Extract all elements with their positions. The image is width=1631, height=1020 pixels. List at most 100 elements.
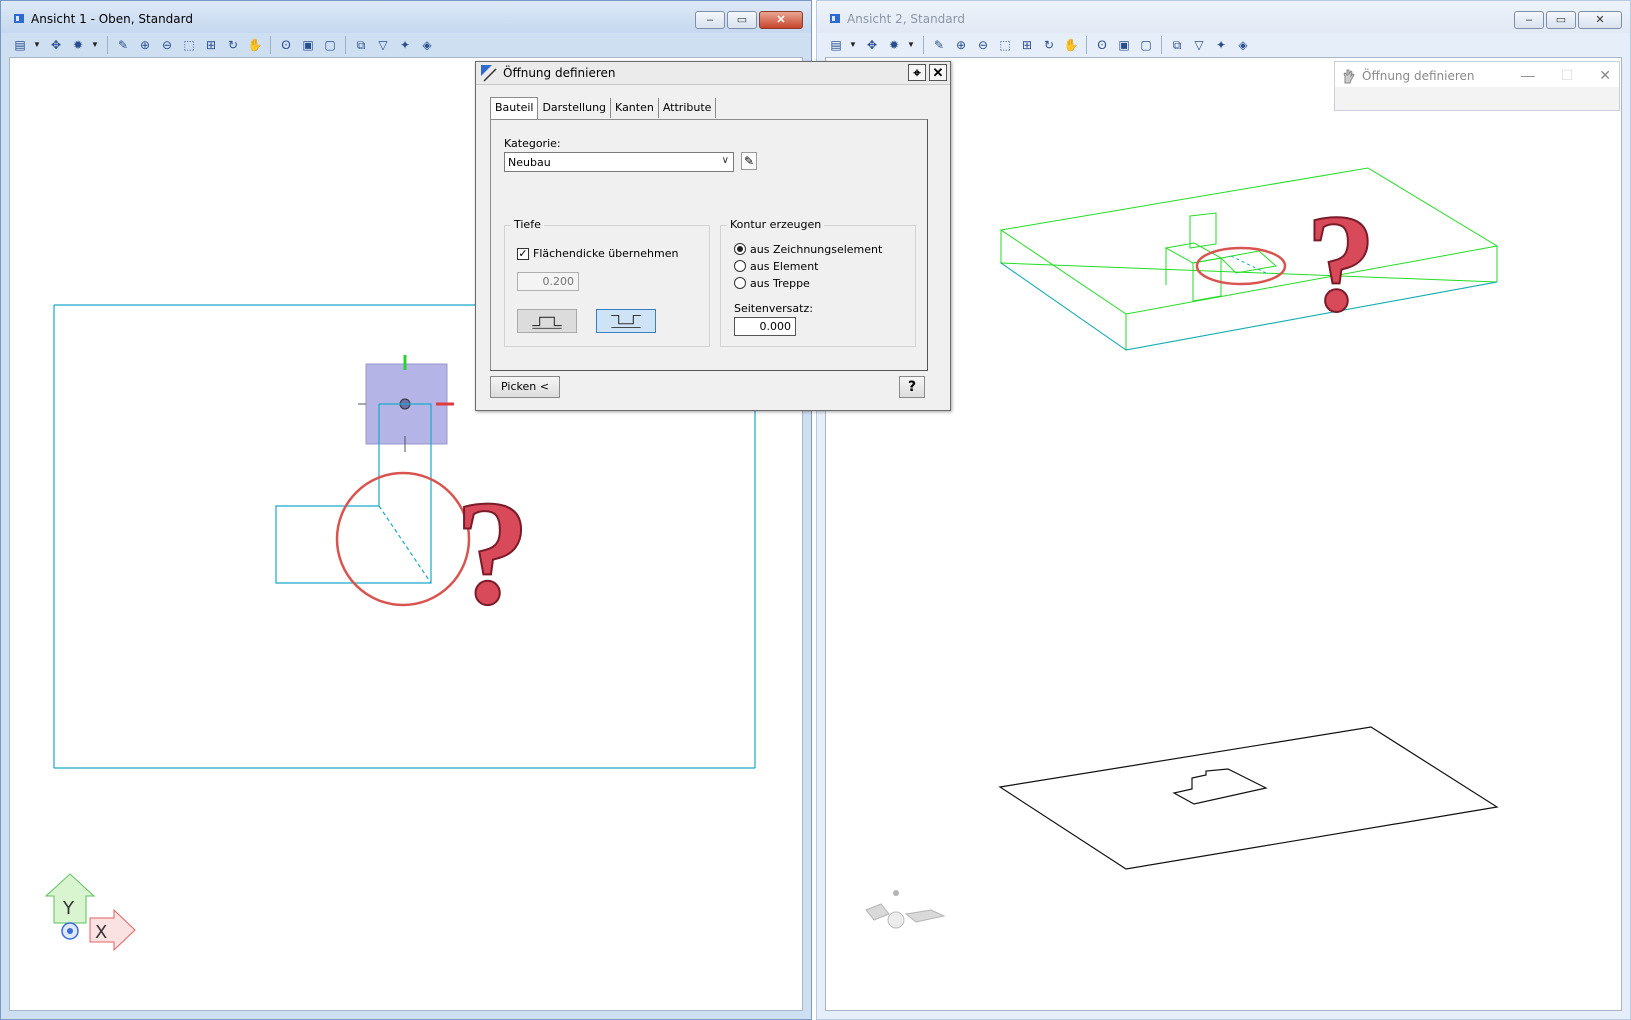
minimize-button[interactable]: ‒ [1514,11,1544,29]
layout-icon[interactable]: ⧉ [352,36,370,54]
depth-mode-raise-button[interactable] [517,309,577,333]
select-icon[interactable]: ✦ [1212,36,1230,54]
maximize-icon[interactable]: ☐ [1561,67,1574,84]
radio-aus-treppe[interactable] [734,277,746,289]
dropdown-arrow-icon[interactable]: ▼ [91,36,99,54]
radio-aus-element[interactable] [734,260,746,272]
highlight-circle [335,471,471,607]
view-save-icon[interactable]: ▣ [1115,36,1133,54]
window-title: Ansicht 1 - Oben, Standard [31,12,193,26]
help-button[interactable]: ? [899,376,925,398]
view-toolbar: ▤ ▼ ✥ ✹ ▼ ✎ ⊕ ⊖ ⬚ ⊞ ↻ ✋ ʘ ▣ ▢ ⧉ ▽ ✦ ◈ [1,33,811,57]
pin-button[interactable]: ⌖ [908,64,926,81]
title-bar[interactable]: Ansicht 1 - Oben, Standard ‒ ▭ ✕ [1,1,811,33]
layout-icon[interactable]: ⧉ [1168,36,1186,54]
view-load-icon[interactable]: ▢ [1137,36,1155,54]
maximize-button[interactable]: ▭ [727,11,757,29]
floating-dialog-ghost[interactable]: Öffnung definieren — ☐ ✕ [1334,61,1620,111]
pencil-tool-icon[interactable]: ✎ [114,36,132,54]
toolbar-separator [107,36,108,54]
tab-bauteil[interactable]: Bauteil [490,97,539,120]
tab-attribute[interactable]: Attribute [659,98,717,118]
rotate-view-icon[interactable]: ↻ [1040,36,1058,54]
render-icon[interactable]: ◈ [1234,36,1252,54]
filter-icon[interactable]: ▽ [374,36,392,54]
maximize-icon: ▭ [1555,14,1567,26]
close-button[interactable]: ✕ [1578,11,1622,29]
close-icon[interactable]: ✕ [1599,67,1611,84]
minimize-icon[interactable]: — [1521,67,1535,84]
pencil-icon: ✎ [743,154,755,168]
view-save-icon[interactable]: ▣ [299,36,317,54]
view-load-icon[interactable]: ▢ [321,36,339,54]
question-mark-annotation: ? [455,470,530,636]
question-mark-annotation: ? [1306,186,1376,341]
pan-hand-icon[interactable]: ✋ [246,36,264,54]
flaechendicke-checkbox[interactable]: ✓ [517,248,529,260]
minimize-icon: ‒ [1525,14,1533,26]
pin-icon: ⌖ [913,65,921,80]
maximize-button[interactable]: ▭ [1546,11,1576,29]
kontur-group-title: Kontur erzeugen [727,218,825,231]
pan-hand-icon[interactable]: ✋ [1062,36,1080,54]
close-icon: ✕ [776,14,786,26]
kategorie-select[interactable]: Neubau ∨ [504,152,734,172]
kategorie-label: Kategorie: [504,137,561,150]
radio-aus-zeichnungselement[interactable] [734,243,746,255]
ghost-window-title: Öffnung definieren [1362,69,1475,83]
view-toolbar: ▤ ▼ ✥ ✹ ▼ ✎ ⊕ ⊖ ⬚ ⊞ ↻ ✋ ʘ ▣ ▢ ⧉ ▽ ✦ ◈ [817,33,1630,57]
snap-icon[interactable]: ✥ [47,36,65,54]
select-icon[interactable]: ✦ [396,36,414,54]
footprints-icon[interactable]: ʘ [277,36,295,54]
sun-icon[interactable]: ✹ [69,36,87,54]
zoom-all-icon[interactable]: ⊞ [1018,36,1036,54]
zoom-window-icon[interactable]: ⬚ [180,36,198,54]
view-window-icon [14,14,24,23]
layers-icon[interactable]: ▤ [11,36,29,54]
dialog-tabs: Bauteil Darstellung Kanten Attribute [490,97,717,120]
zoom-all-icon[interactable]: ⊞ [202,36,220,54]
render-icon[interactable]: ◈ [418,36,436,54]
tiefe-input[interactable]: 0.200 [517,272,579,291]
zoom-window-icon[interactable]: ⬚ [996,36,1014,54]
zoom-out-icon[interactable]: ⊖ [974,36,992,54]
tab-darstellung[interactable]: Darstellung [538,98,612,118]
ghost-window-body [1335,87,1619,110]
radio-label-aus-zeichnungselement: aus Zeichnungselement [750,243,883,256]
tab-kanten[interactable]: Kanten [611,98,659,118]
snap-icon[interactable]: ✥ [863,36,881,54]
dropdown-arrow-icon[interactable]: ▼ [849,36,857,54]
dialog-close-button[interactable]: ✕ [929,64,947,81]
dropdown-arrow-icon[interactable]: ▼ [33,36,41,54]
oeffnung-definieren-dialog: Öffnung definieren ⌖ ✕ Bauteil Darstellu… [475,61,951,411]
pencil-tool-icon[interactable]: ✎ [930,36,948,54]
window-title: Ansicht 2, Standard [847,12,965,26]
highlight-ellipse [1195,246,1287,286]
depth-mode-recess-button[interactable] [596,309,656,333]
filter-icon[interactable]: ▽ [1190,36,1208,54]
slab-3d-wireframe [999,167,1499,351]
footprints-icon[interactable]: ʘ [1093,36,1111,54]
flaechendicke-label: Flächendicke übernehmen [533,247,679,260]
zoom-out-icon[interactable]: ⊖ [158,36,176,54]
dialog-title: Öffnung definieren [503,66,616,80]
view-window-icon [830,14,840,23]
minimize-button[interactable]: ‒ [695,11,725,29]
dialog-title-bar[interactable]: Öffnung definieren ⌖ ✕ [476,62,950,85]
seitenversatz-input[interactable]: 0.000 [734,317,796,336]
axis-indicator: Y X [44,873,136,952]
radio-label-aus-treppe: aus Treppe [750,277,810,290]
close-button[interactable]: ✕ [759,11,803,29]
edit-kategorie-button[interactable]: ✎ [741,152,757,170]
toolbar-separator [270,36,271,54]
zoom-in-icon[interactable]: ⊕ [136,36,154,54]
layers-icon[interactable]: ▤ [827,36,845,54]
zoom-in-icon[interactable]: ⊕ [952,36,970,54]
picken-button[interactable]: Picken < [490,376,560,398]
sun-icon[interactable]: ✹ [885,36,903,54]
rotate-view-icon[interactable]: ↻ [224,36,242,54]
title-bar[interactable]: Ansicht 2, Standard ‒ ▭ ✕ [817,1,1630,33]
dropdown-arrow-icon[interactable]: ▼ [907,36,915,54]
opening-tool-icon [481,65,497,82]
chevron-down-icon: ∨ [721,155,729,166]
